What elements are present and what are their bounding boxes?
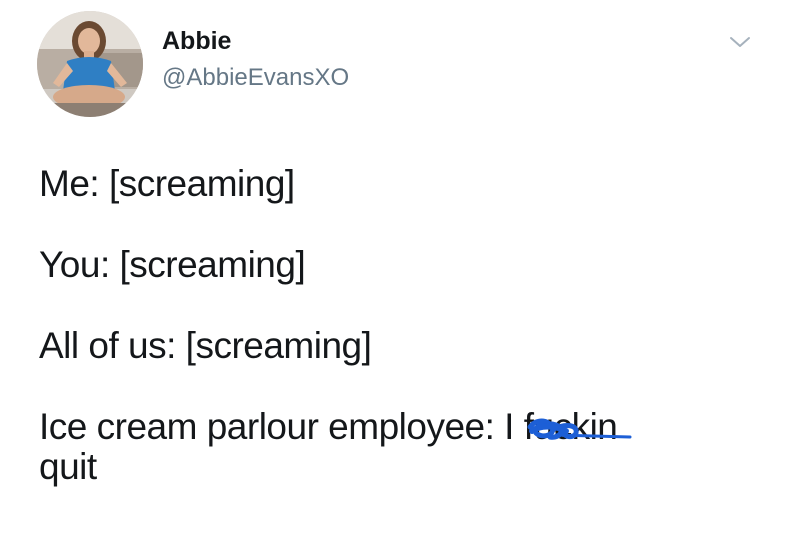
censored-word: uckin	[527, 406, 631, 447]
avatar[interactable]	[37, 11, 143, 117]
tweet-text: Me: [screaming] You: [screaming] All of …	[39, 164, 759, 487]
tweet-line-prefix: Ice cream parlour employee: I f	[39, 406, 534, 447]
tweet-card: Abbie @AbbieEvansXO Me: [screaming] You:…	[0, 0, 788, 540]
tweet-line-last: Ice cream parlour employee: I fuckin quit	[39, 407, 759, 487]
tweet-line: All of us: [screaming]	[39, 325, 372, 366]
tweet-line: Me: [screaming]	[39, 163, 295, 204]
user-handle[interactable]: @AbbieEvansXO	[162, 64, 349, 92]
censored-word-text: uckin	[533, 406, 618, 447]
tweet-line: You: [screaming]	[39, 244, 306, 285]
display-name[interactable]: Abbie	[162, 27, 231, 56]
chevron-down-icon[interactable]	[728, 34, 752, 50]
tweet-line-suffix: quit	[39, 446, 97, 487]
